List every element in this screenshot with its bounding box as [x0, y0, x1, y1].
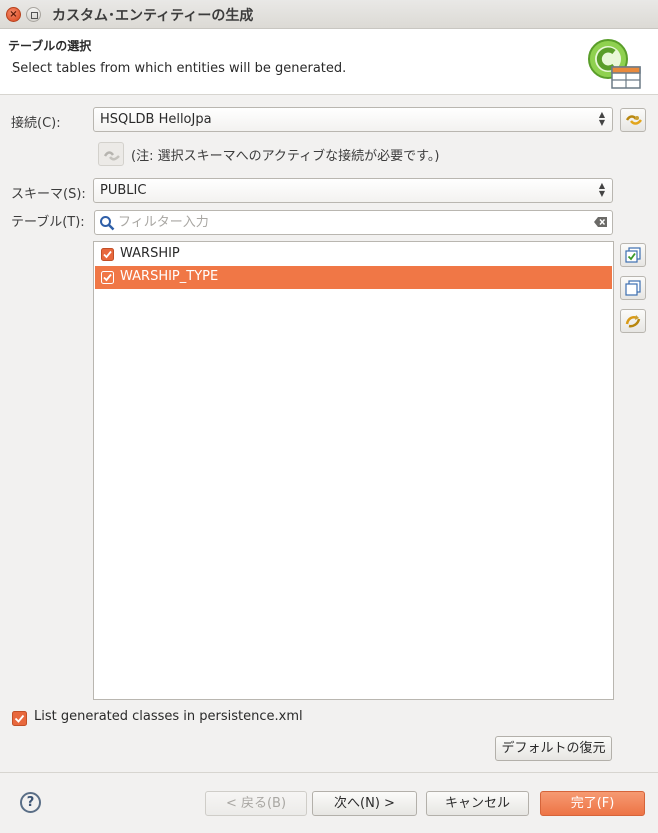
refresh-tables-button[interactable] [620, 309, 646, 333]
table-list[interactable]: WARSHIP WARSHIP_TYPE [93, 241, 614, 700]
deselect-all-icon [625, 280, 641, 296]
wizard-banner: テーブルの選択 Select tables from which entitie… [0, 29, 658, 95]
finish-button[interactable]: 完了(F) [540, 791, 645, 816]
disconnected-plug-icon [103, 151, 120, 161]
connection-select[interactable]: HSQLDB HelloJpa ▲ ▼ [93, 107, 613, 132]
checkbox-checked-icon[interactable] [12, 711, 27, 726]
maximize-icon[interactable] [26, 7, 41, 22]
schema-value: PUBLIC [100, 183, 147, 198]
connection-value: HSQLDB HelloJpa [100, 112, 212, 127]
table-name: WARSHIP_TYPE [120, 269, 219, 284]
restore-defaults-button[interactable]: デフォルトの復元 [495, 736, 612, 761]
entity-generator-icon [588, 39, 641, 89]
next-button[interactable]: 次へ(N) > [312, 791, 417, 816]
page-title: テーブルの選択 [8, 39, 92, 53]
cancel-button[interactable]: キャンセル [426, 791, 529, 816]
connect-plug-icon [625, 115, 642, 125]
table-row[interactable]: WARSHIP [95, 243, 612, 266]
help-icon[interactable]: ? [20, 792, 41, 813]
checkbox-checked-icon[interactable] [101, 248, 114, 261]
separator [0, 772, 658, 773]
search-icon [100, 216, 115, 231]
table-filter-input[interactable] [118, 213, 588, 232]
spinner-arrows-icon: ▲ ▼ [598, 110, 605, 127]
connection-note: (注: 選択スキーマへのアクティブな接続が必要です。) [131, 149, 440, 164]
deselect-all-button[interactable] [620, 276, 646, 300]
window-title: カスタム･エンティティーの生成 [52, 8, 254, 24]
schema-select[interactable]: PUBLIC ▲ ▼ [93, 178, 613, 203]
back-button[interactable]: < 戻る(B) [205, 791, 307, 816]
title-bar: × カスタム･エンティティーの生成 [0, 0, 658, 29]
refresh-connection-icon [625, 315, 641, 328]
persistence-label: List generated classes in persistence.xm… [34, 709, 303, 724]
checkbox-checked-icon[interactable] [101, 271, 114, 284]
close-icon[interactable]: × [6, 7, 21, 22]
table-name: WARSHIP [120, 246, 180, 261]
select-all-icon [625, 247, 641, 263]
spinner-arrows-icon: ▲ ▼ [598, 181, 605, 198]
reconnect-button[interactable] [98, 142, 124, 166]
table-row[interactable]: WARSHIP_TYPE [95, 266, 612, 289]
page-description: Select tables from which entities will b… [12, 61, 347, 76]
tables-label: テーブル(T): [11, 215, 85, 230]
select-all-button[interactable] [620, 243, 646, 267]
connection-label: 接続(C): [11, 116, 61, 131]
clear-icon[interactable] [594, 216, 608, 228]
schema-label: スキーマ(S): [11, 187, 86, 202]
table-filter-field[interactable] [94, 210, 613, 235]
add-connection-button[interactable] [620, 108, 646, 132]
